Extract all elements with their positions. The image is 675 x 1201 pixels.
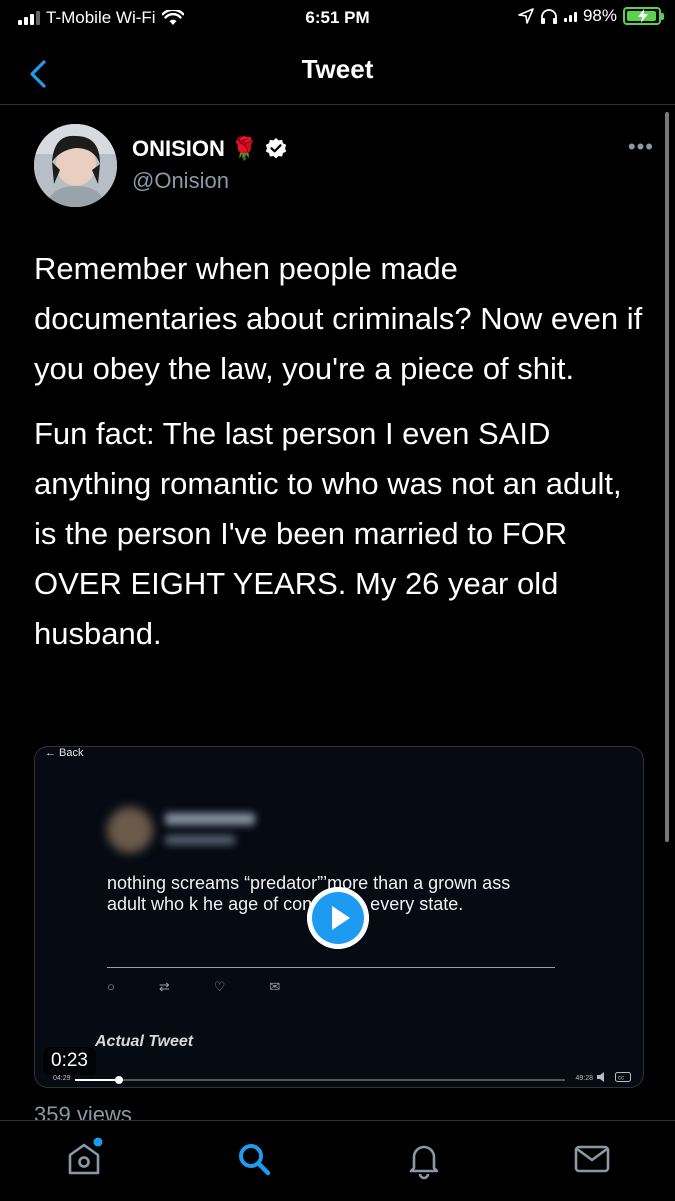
top-nav: Tweet <box>0 40 675 105</box>
author-name-row[interactable]: ONISION 🌹 <box>132 136 288 162</box>
headphones-icon <box>540 9 557 24</box>
location-arrow-icon <box>518 8 534 24</box>
status-bar: T-Mobile Wi-Fi 6:51 PM 98% <box>0 0 675 36</box>
bottom-tab-bar <box>0 1120 675 1201</box>
home-icon[interactable] <box>62 1137 106 1181</box>
tweet-text: Remember when people made documentaries … <box>34 244 644 674</box>
svg-text:cc: cc <box>618 1076 624 1082</box>
signal-icon-small <box>563 10 577 22</box>
charging-bolt-icon <box>638 9 648 23</box>
avatar[interactable] <box>34 124 117 207</box>
author-handle: @Onision <box>132 168 229 193</box>
blurred-handle <box>165 835 235 845</box>
share-icon: ✉ <box>269 979 281 994</box>
messages-icon[interactable] <box>570 1137 614 1181</box>
more-options-icon[interactable]: ••• <box>628 134 654 160</box>
tweet-author: ONISION 🌹 @Onision ••• <box>34 124 654 208</box>
video-scrubber[interactable] <box>75 1076 565 1084</box>
video-caption: Actual Tweet <box>95 1033 194 1050</box>
page-title: Tweet <box>301 54 374 84</box>
video-time-elapsed: 04:29 <box>53 1075 71 1082</box>
author-name: ONISION <box>132 136 225 161</box>
video-tweet-actions: ○ ⇄ ♡ ✉ <box>107 979 280 995</box>
video-player[interactable]: ← Back nothing screams “predator”’more t… <box>34 746 644 1088</box>
captions-icon[interactable]: cc <box>615 1072 631 1082</box>
blurred-name <box>165 813 255 825</box>
blurred-avatar <box>107 807 153 853</box>
volume-icon <box>597 1072 604 1082</box>
rose-emoji: 🌹 <box>230 136 259 161</box>
like-icon: ♡ <box>213 979 226 994</box>
avatar-image <box>34 124 117 207</box>
video-scrub-handle[interactable] <box>115 1076 124 1084</box>
video-duration: 0:23 <box>43 1047 96 1075</box>
reply-icon: ○ <box>107 979 115 994</box>
tweet-paragraph-1: Remember when people made documentaries … <box>34 251 643 386</box>
video-time-total: 49:28 <box>575 1075 593 1082</box>
scrollbar[interactable] <box>665 112 669 842</box>
verified-badge-icon <box>266 138 287 159</box>
video-back-label: ← Back <box>45 747 84 759</box>
search-icon[interactable] <box>232 1137 276 1181</box>
video-progress <box>75 1079 120 1081</box>
retweet-icon: ⇄ <box>158 979 170 994</box>
video-divider <box>107 967 555 968</box>
battery-icon <box>623 7 664 25</box>
tweet-paragraph-2: Fun fact: The last person I even SAID an… <box>34 416 622 651</box>
battery-percent: 98% <box>582 6 617 25</box>
notifications-icon[interactable] <box>402 1137 446 1181</box>
status-right: 98% <box>518 6 664 26</box>
play-button-icon[interactable] <box>307 887 369 949</box>
